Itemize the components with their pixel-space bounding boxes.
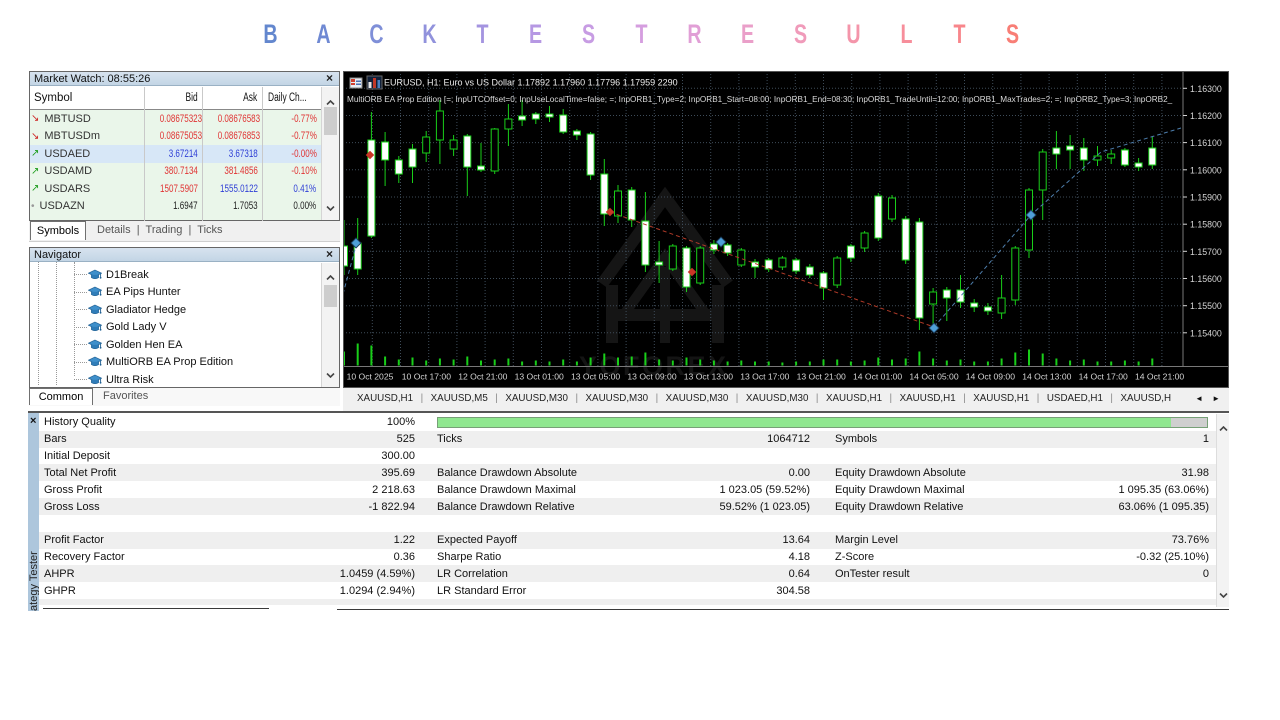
svg-text:14 Oct 21:00: 14 Oct 21:00 xyxy=(1135,372,1184,382)
svg-text:10 Oct 2025: 10 Oct 2025 xyxy=(347,372,394,382)
svg-text:1.16300: 1.16300 xyxy=(1190,84,1222,94)
svg-text:14 Oct 17:00: 14 Oct 17:00 xyxy=(1079,372,1128,382)
svg-text:13 Oct 01:00: 13 Oct 01:00 xyxy=(515,372,564,382)
svg-text:1.15900: 1.15900 xyxy=(1190,193,1222,203)
svg-text:10 Oct 17:00: 10 Oct 17:00 xyxy=(402,372,451,382)
svg-text:14 Oct 09:00: 14 Oct 09:00 xyxy=(966,372,1015,382)
svg-text:EURUSD, H1: Euro vs US Dollar: EURUSD, H1: Euro vs US Dollar 1.17892 1.… xyxy=(384,78,678,88)
svg-text:1.15500: 1.15500 xyxy=(1190,301,1222,311)
svg-text:13 Oct 21:00: 13 Oct 21:00 xyxy=(797,372,846,382)
svg-text:1.16100: 1.16100 xyxy=(1190,138,1222,148)
svg-text:14 Oct 01:00: 14 Oct 01:00 xyxy=(853,372,902,382)
svg-text:12 Oct 21:00: 12 Oct 21:00 xyxy=(458,372,507,382)
svg-text:1.15600: 1.15600 xyxy=(1190,274,1222,284)
svg-text:14 Oct 13:00: 14 Oct 13:00 xyxy=(1022,372,1071,382)
svg-text:1.15400: 1.15400 xyxy=(1190,328,1222,338)
svg-text:1.16200: 1.16200 xyxy=(1190,111,1222,121)
svg-text:1.16000: 1.16000 xyxy=(1190,165,1222,175)
svg-text:13 Oct 17:00: 13 Oct 17:00 xyxy=(740,372,789,382)
svg-text:13 Oct 05:00: 13 Oct 05:00 xyxy=(571,372,620,382)
svg-text:1.15700: 1.15700 xyxy=(1190,247,1222,257)
svg-text:14 Oct 05:00: 14 Oct 05:00 xyxy=(909,372,958,382)
svg-text:1.15800: 1.15800 xyxy=(1190,220,1222,230)
svg-text:MultiORB EA Prop Edition [=; I: MultiORB EA Prop Edition [=; InpUTCOffse… xyxy=(347,95,1173,104)
svg-text:13 Oct 13:00: 13 Oct 13:00 xyxy=(684,372,733,382)
svg-text:13 Oct 09:00: 13 Oct 09:00 xyxy=(627,372,676,382)
